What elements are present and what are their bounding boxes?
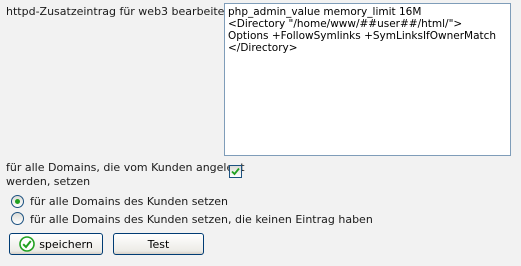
test-button[interactable]: Test bbox=[113, 233, 204, 255]
apply-all-checkbox[interactable] bbox=[229, 165, 242, 178]
save-button[interactable]: speichern bbox=[9, 233, 103, 255]
checkmark-circle-icon bbox=[19, 236, 35, 252]
httpd-entry-textarea[interactable]: php_admin_value memory_limit 16M <Direct… bbox=[224, 3, 511, 156]
httpd-entry-label: httpd-Zusatzeintrag für web3 bearbeiten bbox=[6, 5, 232, 18]
save-button-label: speichern bbox=[39, 237, 93, 251]
radio-domains-without-entry[interactable] bbox=[11, 212, 24, 225]
radio-all-domains-label[interactable]: für alle Domains des Kunden setzen bbox=[30, 195, 228, 209]
checkmark-icon bbox=[231, 167, 240, 176]
radio-selected-dot bbox=[15, 199, 20, 204]
radio-all-domains[interactable] bbox=[11, 195, 24, 208]
radio-domains-without-entry-label[interactable]: für alle Domains des Kunden setzen, die … bbox=[30, 213, 373, 227]
apply-all-label-line1: für alle Domains, die vom Kunden angeleg… bbox=[6, 161, 245, 174]
test-button-label: Test bbox=[147, 237, 170, 251]
apply-all-label-line2: werden, setzen bbox=[6, 175, 91, 188]
